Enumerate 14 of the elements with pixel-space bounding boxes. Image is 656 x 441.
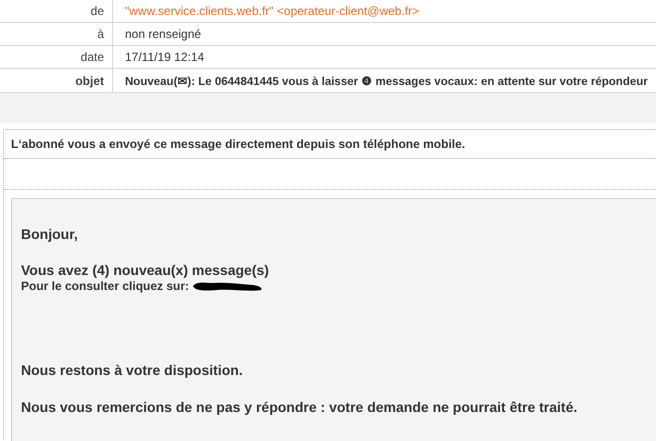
header-label: date (0, 46, 113, 68)
link-prompt: Pour le consulter cliquez sur: (21, 279, 190, 293)
header-value: non renseigné (124, 27, 202, 41)
footer-text: Nous vous remercions de ne pas y répondre : votre demande ne pourrait être traité. (21, 399, 578, 415)
header-label: objet (0, 69, 113, 92)
header-label: à (0, 23, 113, 45)
header-label: de (0, 0, 113, 22)
header-value: "www.service.clients.web.fr" <operateur-client@web.fr> (124, 4, 420, 18)
notice-text: L‘abonné vous a envoyé ce message directement depuis son téléphone mobile. (11, 137, 466, 151)
headline-text: Vous avez (4) nouveau(x) message(s) (21, 262, 270, 278)
header-value: 17/11/19 12:14 (124, 50, 204, 64)
closing-text: Nous restons à votre disposition. (21, 362, 244, 378)
header-value: Nouveau(✉): Le 0644841445 vous à laisser ❹ messages vocaux: en attente sur votre répondeur (124, 74, 648, 88)
greeting-text: Bonjour, (21, 226, 79, 242)
